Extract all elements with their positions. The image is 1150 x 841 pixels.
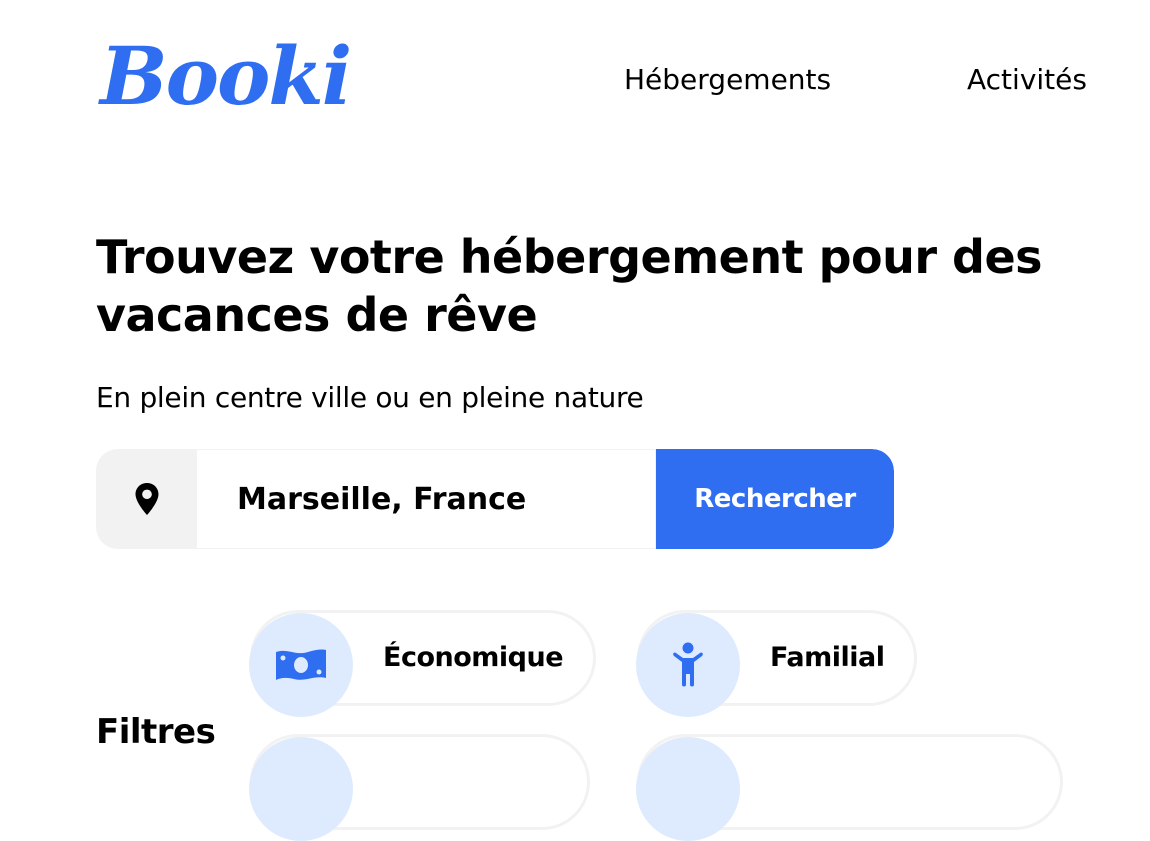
filter-item-3[interactable] [249, 734, 590, 841]
map-pin-icon [135, 483, 158, 515]
child-icon [673, 642, 703, 687]
search-bar: Rechercher [96, 449, 894, 549]
money-bill-icon [276, 649, 326, 680]
filter-item-4[interactable] [636, 734, 1063, 841]
filter-label-economique: Économique [383, 642, 564, 673]
filter-icon-circle [249, 737, 353, 841]
search-button[interactable]: Rechercher [656, 449, 894, 549]
location-pin-box [96, 449, 197, 549]
filter-label-familial: Familial [770, 642, 885, 673]
filters-heading: Filtres [96, 712, 216, 752]
filter-familial[interactable]: Familial [636, 610, 917, 717]
filter-icon-circle [249, 613, 353, 717]
search-input[interactable] [197, 449, 656, 549]
hero-subtitle: En plein centre ville ou en pleine natur… [96, 381, 644, 414]
filter-icon-circle [636, 613, 740, 717]
nav-link-hebergements[interactable]: Hébergements [624, 58, 831, 102]
main-nav: Hébergements Activités [0, 58, 1150, 102]
nav-link-activites[interactable]: Activités [967, 58, 1087, 102]
filter-icon-circle [636, 737, 740, 841]
filter-economique[interactable]: Économique [249, 610, 596, 717]
hero-title: Trouvez votre hébergement pour des vacan… [96, 230, 1043, 342]
